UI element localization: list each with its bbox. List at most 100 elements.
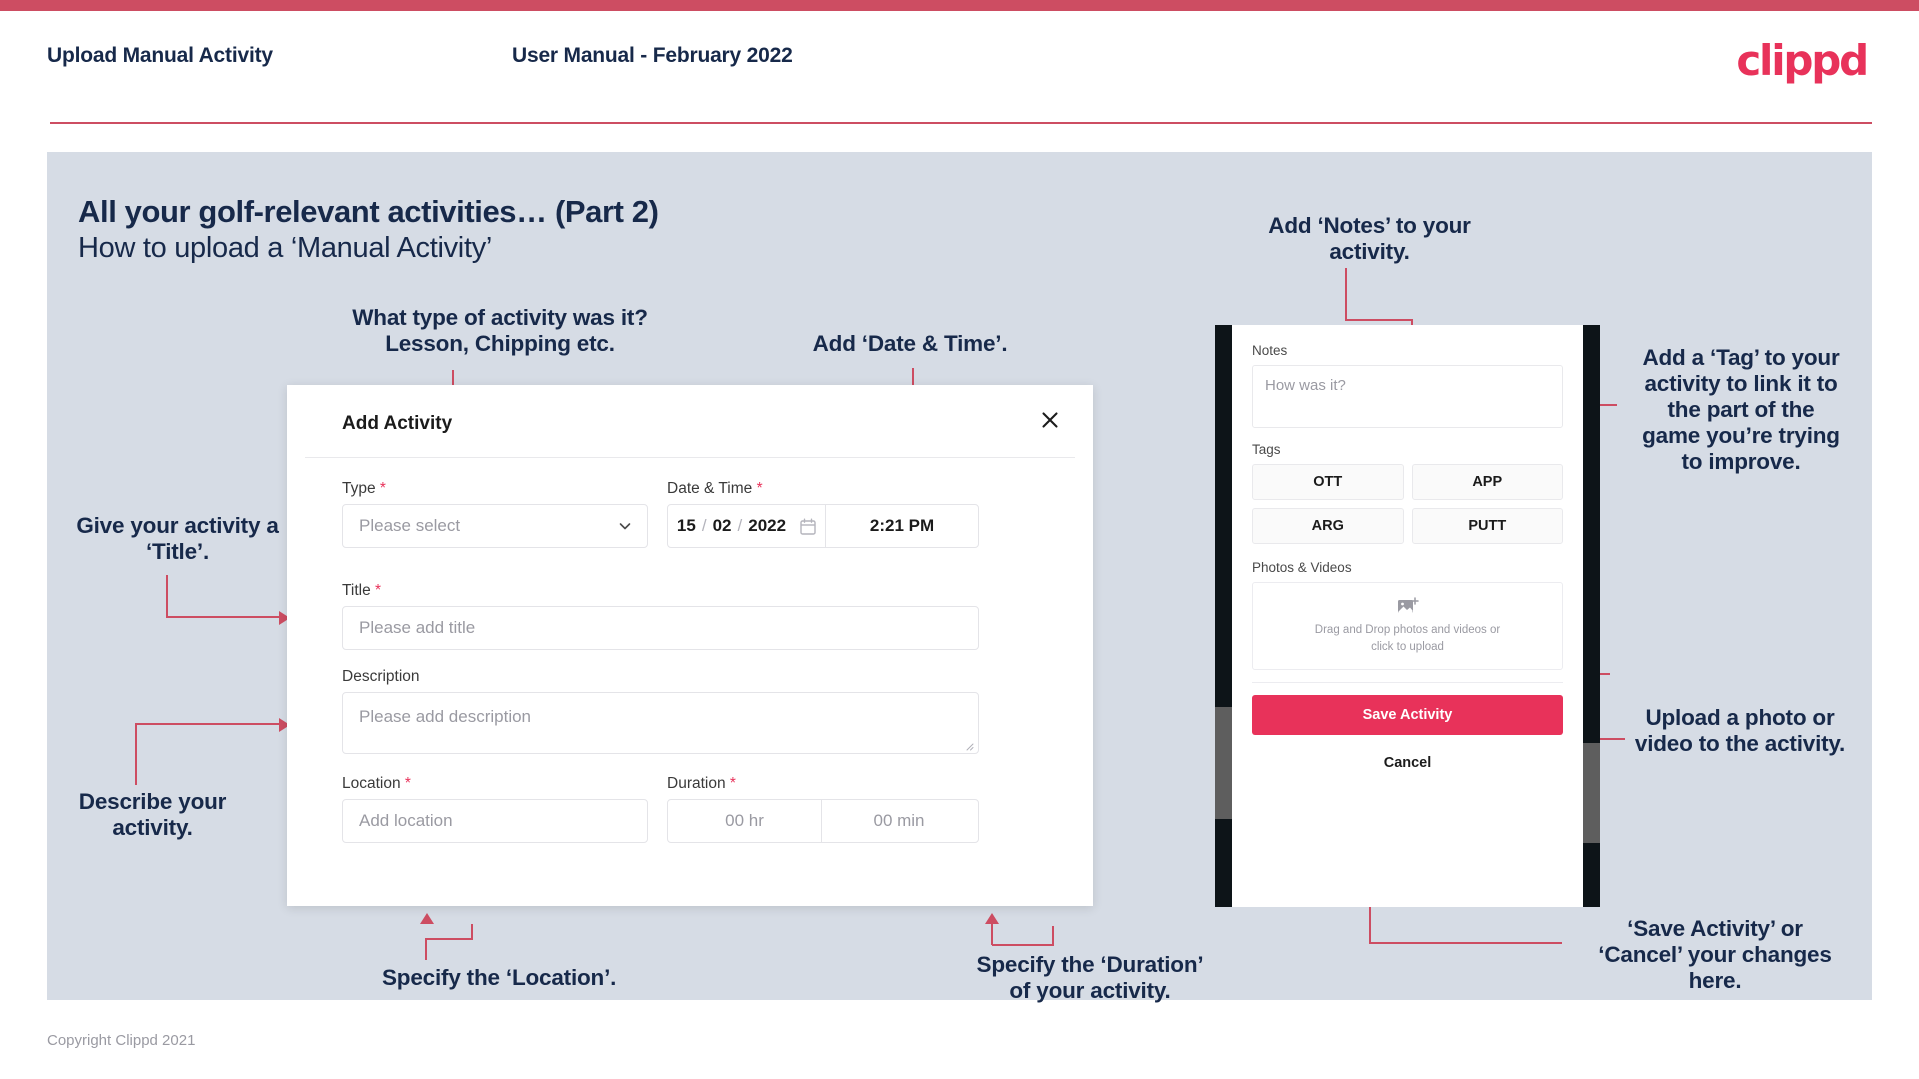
phone-bezel-right [1583, 325, 1600, 907]
title-placeholder: Please add title [359, 618, 476, 637]
date-month: 02 [712, 516, 732, 535]
duration-required-marker: * [729, 775, 736, 792]
connector-loc-arrow [420, 913, 434, 924]
tag-arg[interactable]: ARG [1252, 508, 1404, 544]
dropzone-text: Drag and Drop photos and videos or click… [1315, 622, 1500, 655]
notes-textarea[interactable]: How was it? [1252, 365, 1563, 428]
slide-heading: All your golf-relevant activities… (Part… [78, 194, 659, 229]
date-time-label-text: Date & Time [667, 480, 753, 497]
photo-dropzone[interactable]: Drag and Drop photos and videos or click… [1252, 582, 1563, 670]
connector-notes-h [1345, 319, 1413, 321]
type-select[interactable]: Please select [342, 504, 648, 548]
save-activity-button[interactable]: Save Activity [1252, 695, 1563, 735]
clippd-logo: clippd [1736, 36, 1869, 85]
annotation-notes: Add ‘Notes’ to your activity. [1268, 213, 1471, 265]
connector-title-h [166, 616, 280, 618]
duration-label: Duration * [667, 775, 736, 793]
type-label-text: Type [342, 480, 376, 497]
description-label-text: Description [342, 668, 420, 685]
connector-loc-h [425, 938, 473, 940]
description-label: Description [342, 668, 420, 686]
calendar-icon[interactable] [800, 518, 816, 535]
title-label-text: Title [342, 582, 371, 599]
phone-divider [1252, 682, 1563, 683]
connector-dur-v2 [1052, 926, 1054, 946]
connector-dur-h [992, 944, 1054, 946]
duration-minutes-placeholder: 00 min [873, 811, 925, 830]
location-required-marker: * [404, 775, 411, 792]
connector-title-v [166, 575, 168, 618]
title-required-marker: * [375, 582, 382, 599]
date-input[interactable]: 15 / 02 / 2022 [668, 505, 826, 547]
type-required-marker: * [379, 480, 386, 497]
tag-putt[interactable]: PUTT [1411, 508, 1563, 544]
phone-screen: Notes How was it? Tags OTT APP ARG PUTT … [1232, 325, 1583, 907]
slide-subheading: How to upload a ‘Manual Activity’ [78, 232, 493, 264]
tags-grid: OTT APP ARG PUTT [1252, 464, 1563, 544]
connector-dur-v1 [991, 924, 993, 945]
annotation-type: What type of activity was it? Lesson, Chi… [352, 305, 648, 357]
cancel-button[interactable]: Cancel [1252, 755, 1563, 771]
annotation-save-cancel: ‘Save Activity’ or ‘Cancel’ your changes h… [1598, 916, 1832, 994]
annotation-location: Specify the ‘Location’. [382, 965, 617, 990]
duration-label-text: Duration [667, 775, 726, 792]
phone-bezel-left [1215, 325, 1232, 907]
annotation-date-time: Add ‘Date & Time’. [812, 331, 1008, 356]
tags-label: Tags [1252, 442, 1281, 457]
date-sep-1: / [701, 516, 707, 535]
date-time-group: 15 / 02 / 2022 2:21 PM [667, 504, 979, 548]
type-placeholder: Please select [359, 516, 461, 535]
tag-ott[interactable]: OTT [1252, 464, 1404, 500]
description-textarea[interactable]: Please add description [342, 692, 979, 754]
type-label: Type * [342, 480, 386, 498]
annotation-title: Give your activity a ‘Title’. [76, 513, 279, 565]
location-label-text: Location [342, 775, 401, 792]
duration-hours-input[interactable]: 00 hr [668, 800, 822, 842]
duration-hours-placeholder: 00 hr [725, 811, 764, 830]
page-subtitle: User Manual - February 2022 [512, 44, 793, 67]
date-day: 15 [676, 516, 696, 535]
tag-app[interactable]: APP [1411, 464, 1563, 500]
add-image-icon [1397, 597, 1419, 613]
notes-placeholder: How was it? [1265, 377, 1346, 394]
notes-label: Notes [1252, 343, 1288, 358]
connector-notes-v1 [1345, 268, 1347, 321]
connector-dur-arrow [985, 913, 999, 924]
location-input[interactable]: Add location [342, 799, 648, 843]
date-time-label: Date & Time * [667, 480, 763, 498]
location-label: Location * [342, 775, 411, 793]
dialog-divider [305, 457, 1075, 458]
time-value: 2:21 PM [869, 516, 935, 535]
phone-volume-button-left [1215, 707, 1232, 819]
dropzone-line-2: click to upload [1371, 640, 1444, 653]
connector-desc-h [135, 723, 280, 725]
date-sep-2: / [737, 516, 743, 535]
copyright-footer: Copyright Clippd 2021 [47, 1032, 196, 1049]
close-icon-glyph [1042, 412, 1058, 428]
page-title: Upload Manual Activity [47, 44, 273, 67]
time-input[interactable]: 2:21 PM [826, 505, 978, 547]
close-icon[interactable] [1033, 403, 1067, 437]
chevron-down-icon [619, 523, 631, 530]
add-activity-dialog: Add Activity Type * Please select Date &… [287, 385, 1093, 906]
annotation-description: Describe your activity. [78, 789, 227, 841]
top-accent-bar [0, 0, 1919, 11]
location-placeholder: Add location [359, 811, 453, 830]
connector-save-h [1369, 942, 1562, 944]
connector-loc-v2 [425, 940, 427, 960]
dropzone-line-1: Drag and Drop photos and videos or [1314, 623, 1501, 636]
date-year: 2022 [748, 516, 787, 535]
connector-desc-v [135, 723, 137, 785]
duration-group: 00 hr 00 min [667, 799, 979, 843]
duration-minutes-input[interactable]: 00 min [822, 800, 976, 842]
slide-page: Upload Manual Activity User Manual - Feb… [0, 0, 1919, 1079]
annotation-tags: Add a ‘Tag’ to your activity to link it t… [1642, 345, 1840, 475]
header-divider [50, 122, 1872, 124]
description-placeholder: Please add description [359, 707, 532, 726]
phone-power-button-right [1583, 743, 1600, 843]
connector-loc-v1 [471, 924, 473, 940]
phone-mockup: Notes How was it? Tags OTT APP ARG PUTT … [1215, 325, 1600, 907]
resize-grip-icon[interactable] [964, 741, 974, 751]
date-time-required-marker: * [756, 480, 763, 497]
title-input[interactable]: Please add title [342, 606, 979, 650]
